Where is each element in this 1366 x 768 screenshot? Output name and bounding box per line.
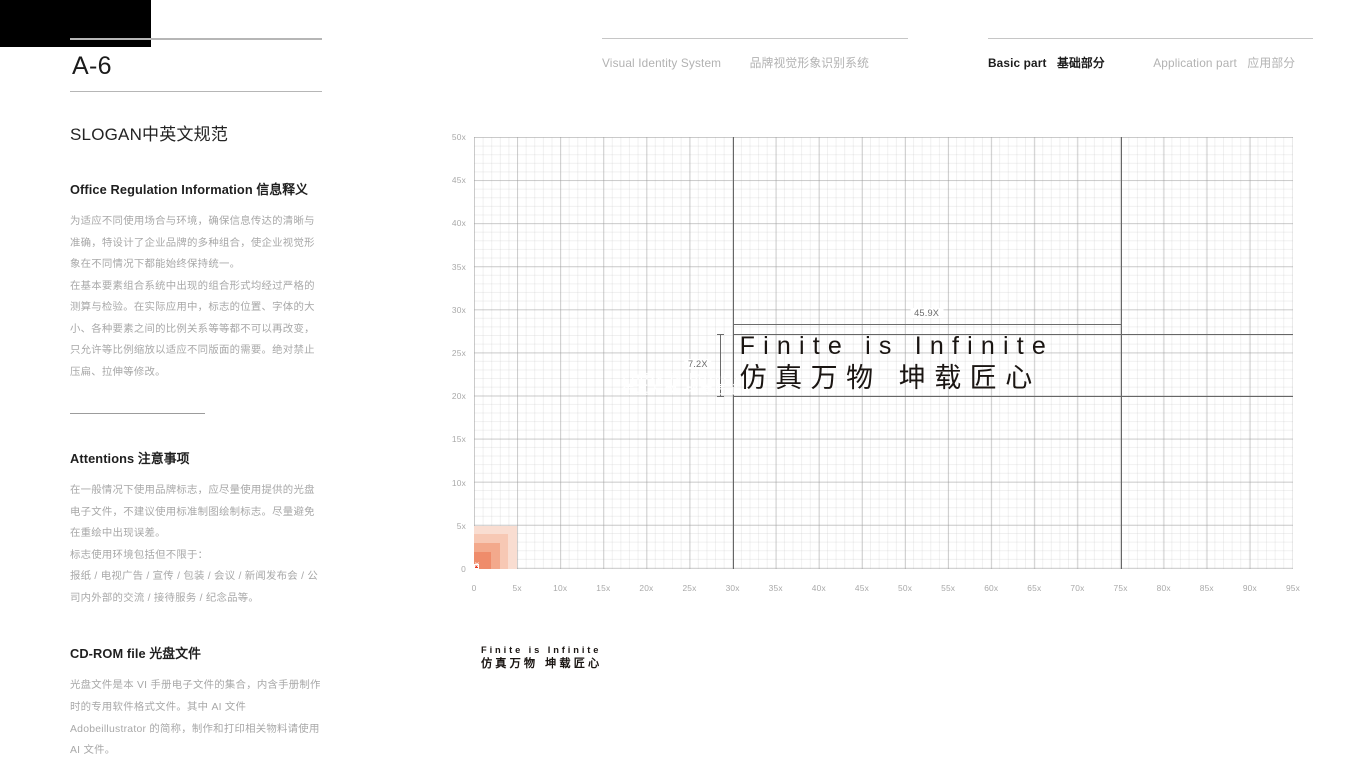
dimension-line	[732, 324, 1121, 326]
x-axis-tick-85x: 85x	[1199, 583, 1214, 593]
block-heading: Office Regulation Information 信息释义	[70, 182, 309, 197]
dimension-end-cap	[716, 333, 724, 335]
lockup-light-chinese: 仿真万物 坤载匠心	[481, 656, 603, 670]
y-axis-tick-0: 0	[461, 564, 466, 574]
y-axis-tick-30x: 30x	[451, 304, 466, 315]
page-code: A-6	[72, 52, 112, 80]
x-axis-tick-95x: 95x	[1285, 583, 1301, 593]
info-block-cdrom-file: CD-ROM file 光盘文件 光盘文件是本 VI 手册电子文件的集合，内含手…	[70, 643, 322, 761]
x-axis-tick-75x: 75x	[1113, 583, 1128, 593]
unit-swatch-X: X	[474, 562, 480, 570]
header-vis-en: Visual Identity System	[602, 56, 722, 70]
lockup-dark-chinese: 仿真万物 坤载匠心	[622, 382, 744, 396]
y-axis-tick-50x: 50x	[451, 132, 466, 142]
left-content-column: A-6 SLOGAN中英文规范 Office Regulation Inform…	[70, 38, 322, 762]
x-axis-tick-55x: 55x	[941, 583, 956, 593]
x-axis-tick-40x: 40x	[811, 583, 826, 593]
y-axis-tick-40x: 40x	[451, 218, 466, 229]
header-rule	[988, 38, 1313, 39]
nav-application-part-cn[interactable]: 应用部分	[1247, 56, 1295, 70]
info-block-office-regulation: Office Regulation Information 信息释义 为适应不同…	[70, 179, 322, 383]
y-axis-tick-10x: 10x	[451, 477, 466, 488]
lockup-dark-english: Finite is Infinite	[622, 371, 744, 382]
nav-basic-part-cn[interactable]: 基础部分	[1057, 56, 1105, 70]
logo-chinese: 仿真万物 坤载匠心	[739, 362, 1041, 394]
x-axis-tick-60x: 60x	[984, 583, 999, 593]
block-body: 光盘文件是本 VI 手册电子文件的集合，内含手册制作时的专用软件格式文件。其中 …	[70, 680, 321, 757]
header-parts-row: Basic part 基础部分 Application part 应用部分	[988, 54, 1313, 72]
x-axis-tick-35x: 35x	[768, 583, 783, 593]
x-axis-tick-80x: 80x	[1156, 583, 1171, 593]
x-axis-tick-65x: 65x	[1027, 583, 1042, 593]
logo-english: Finite is Infinite	[739, 331, 1054, 360]
dimension-label-7.2X: 7.2X	[683, 359, 712, 370]
y-axis-tick-15x: 15x	[451, 434, 466, 445]
y-axis-tick-5x: 5x	[456, 520, 466, 531]
x-axis-tick-20x: 20x	[639, 583, 654, 593]
x-axis-tick-0: 0	[471, 583, 477, 593]
block-heading: Attentions 注意事项	[70, 451, 190, 467]
header-vis-group: Visual Identity System 品牌视觉形象识别系统	[602, 38, 908, 72]
header-parts-nav: Basic part 基础部分 Application part 应用部分	[988, 38, 1313, 72]
page-title: SLOGAN中英文规范	[70, 125, 229, 144]
x-axis-tick-90x: 90x	[1242, 583, 1257, 593]
logo-lockup-dark: Finite is Infinite 仿真万物 坤载匠心	[622, 370, 743, 397]
nav-application-part-en[interactable]: Application part	[1153, 56, 1237, 70]
x-axis-tick-30x: 30x	[725, 583, 740, 593]
y-axis-tick-45x: 45x	[451, 175, 466, 186]
x-axis-tick-5x: 5x	[512, 583, 522, 593]
dimension-end-cap	[1120, 321, 1122, 329]
lockup-light-english: Finite is Infinite	[481, 645, 602, 655]
guide-line-vertical-0	[732, 137, 734, 569]
header-rule	[602, 38, 908, 39]
block-body: 在一般情况下使用品牌标志，应尽量使用提供的光盘电子文件，不建议使用标准制图绘制标…	[70, 485, 318, 604]
construction-grid: X 45.9X 7.2X Finite is Infinite 仿真万物 坤载匠心	[474, 137, 1293, 569]
block-body: 为适应不同使用场合与环境，确保信息传达的清晰与准确，特设计了企业品牌的多种组合，…	[70, 216, 315, 378]
dimension-label-45.9X: 45.9X	[910, 308, 944, 319]
unit-marker-label: X	[474, 562, 479, 570]
block-heading: CD-ROM file 光盘文件	[70, 646, 201, 662]
x-axis-tick-25x: 25x	[682, 583, 697, 593]
nav-basic-part-en[interactable]: Basic part	[988, 56, 1047, 70]
logo-artwork: Finite is Infinite 仿真万物 坤载匠心	[740, 332, 1054, 395]
info-block-attentions: Attentions 注意事项 在一般情况下使用品牌标志，应尽量使用提供的光盘电…	[70, 448, 322, 609]
y-axis-tick-25x: 25x	[451, 348, 466, 358]
header-vis-cn: 品牌视觉形象识别系统	[749, 56, 870, 70]
x-axis-tick-10x: 10x	[553, 583, 568, 593]
page-code-bottom-rule	[70, 91, 322, 92]
x-axis-tick-45x: 45x	[854, 583, 869, 593]
logo-lockup-light: Finite is Infinite 仿真万物 坤载匠心	[481, 644, 602, 671]
x-axis-tick-15x: 15x	[596, 583, 611, 593]
guide-line-horizontal-3	[732, 396, 1293, 398]
guide-line-vertical-1	[1120, 137, 1122, 569]
vi-manual-page: A-6 SLOGAN中英文规范 Office Regulation Inform…	[0, 0, 1366, 768]
dimension-end-cap	[732, 321, 734, 329]
x-axis-tick-70x: 70x	[1070, 583, 1085, 593]
x-axis-tick-50x: 50x	[897, 583, 913, 593]
y-axis-tick-20x: 20x	[451, 391, 466, 402]
y-axis-tick-35x: 35x	[451, 261, 466, 272]
header-vis-row: Visual Identity System 品牌视觉形象识别系统	[602, 54, 908, 72]
section-divider	[70, 413, 205, 415]
